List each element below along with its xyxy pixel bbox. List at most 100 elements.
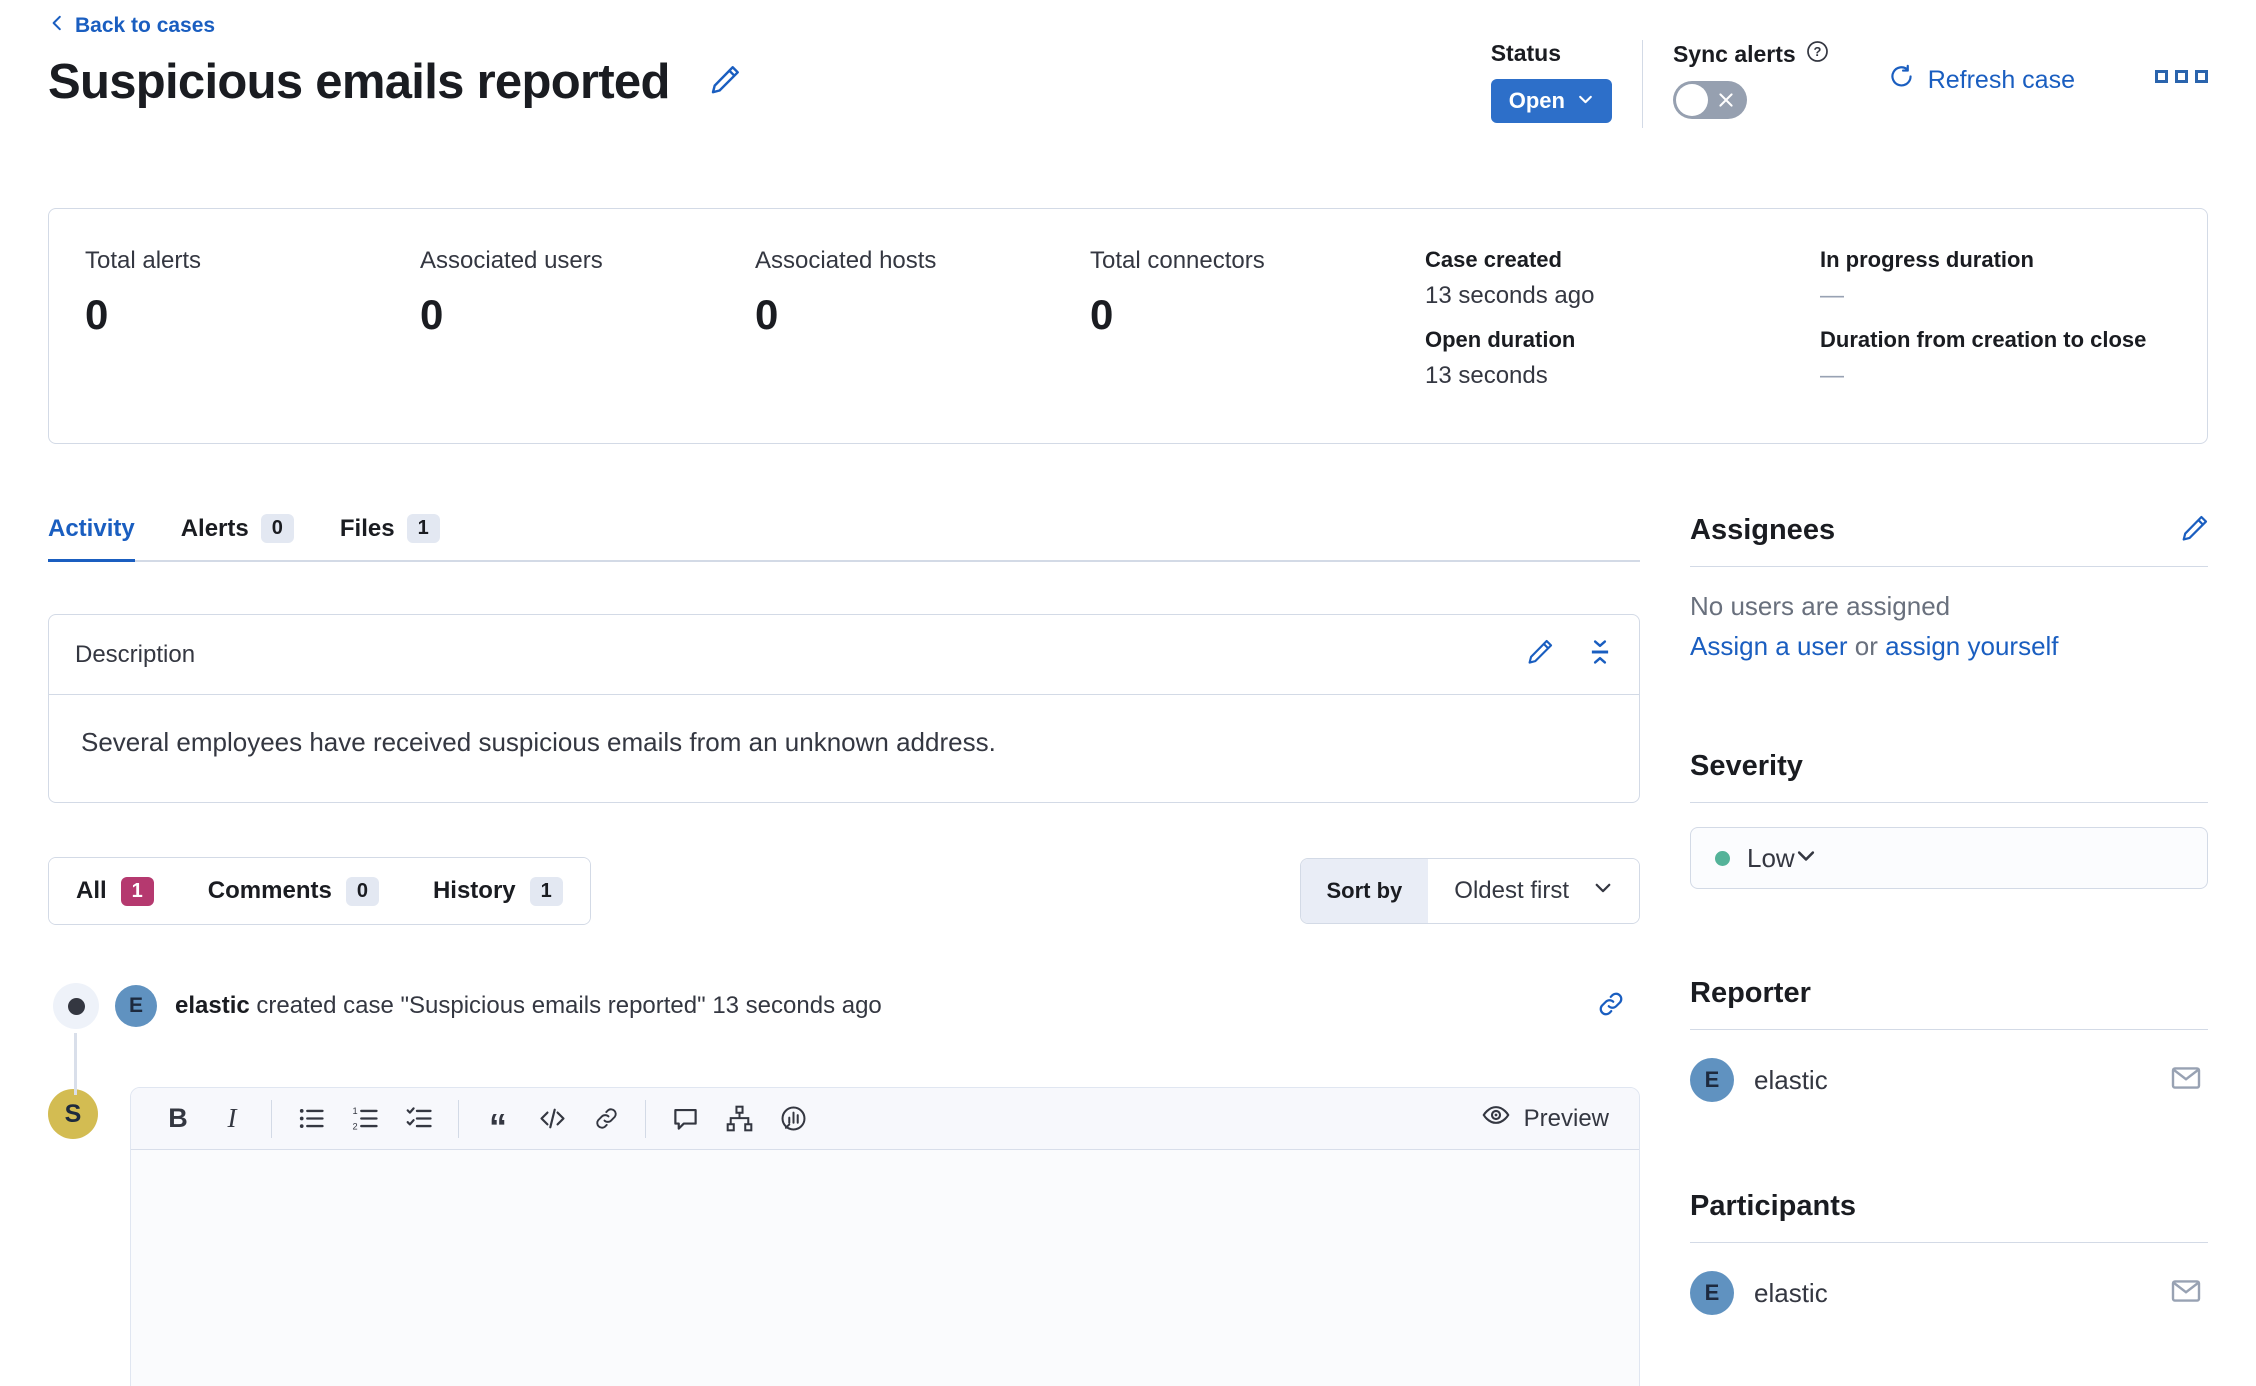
history-count-badge: 1 bbox=[530, 877, 563, 906]
bold-icon[interactable]: B bbox=[151, 1097, 205, 1141]
editor-toolbar: B I 12 bbox=[131, 1088, 1639, 1150]
all-count-badge: 1 bbox=[121, 877, 154, 906]
assign-a-user-link[interactable]: Assign a user bbox=[1690, 631, 1848, 661]
ordered-list-icon[interactable]: 12 bbox=[338, 1097, 392, 1141]
quote-icon[interactable]: “ bbox=[471, 1097, 525, 1141]
filter-history[interactable]: History 1 bbox=[406, 858, 590, 924]
case-dates-column: Case created 13 seconds ago Open duratio… bbox=[1425, 247, 1820, 443]
metric-associated-hosts: Associated hosts 0 bbox=[755, 247, 1090, 443]
severity-title: Severity bbox=[1690, 750, 1803, 783]
visualization-icon[interactable] bbox=[766, 1097, 820, 1141]
task-list-icon[interactable] bbox=[392, 1097, 446, 1141]
description-title: Description bbox=[75, 641, 195, 669]
toggle-off-x-icon bbox=[1716, 90, 1736, 115]
header: Back to cases Suspicious emails reported… bbox=[48, 14, 2208, 128]
comments-count-badge: 0 bbox=[346, 877, 379, 906]
reporter-username: elastic bbox=[1754, 1065, 1828, 1096]
event-text: elastic created case "Suspicious emails … bbox=[175, 992, 882, 1020]
status-label: Status bbox=[1491, 40, 1612, 67]
sync-alerts-block: Sync alerts ? bbox=[1673, 40, 1829, 119]
permalink-icon[interactable] bbox=[1596, 989, 1626, 1024]
refresh-label: Refresh case bbox=[1928, 66, 2075, 95]
sort-control: Sort by Oldest first bbox=[1300, 858, 1641, 924]
status-block: Status Open bbox=[1491, 40, 1612, 123]
actions-menu-icon[interactable] bbox=[2155, 70, 2208, 83]
description-panel: Description Several employees have recei… bbox=[48, 614, 1640, 803]
case-detail-page: Back to cases Suspicious emails reported… bbox=[0, 0, 2256, 1386]
severity-value: Low bbox=[1747, 843, 1795, 874]
collapse-description-icon[interactable] bbox=[1587, 639, 1613, 670]
reporter-user-row: E elastic bbox=[1690, 1058, 2208, 1102]
add-comment-row: S B I 12 bbox=[48, 1087, 1640, 1386]
tab-activity[interactable]: Activity bbox=[48, 514, 135, 560]
email-icon[interactable] bbox=[2170, 1062, 2202, 1099]
code-icon[interactable] bbox=[525, 1097, 579, 1141]
severity-select[interactable]: Low bbox=[1690, 827, 2208, 889]
case-status-button[interactable]: Open bbox=[1491, 79, 1612, 123]
unordered-list-icon[interactable] bbox=[284, 1097, 338, 1141]
avatar: S bbox=[48, 1089, 98, 1139]
refresh-icon bbox=[1889, 64, 1914, 96]
event-username: elastic bbox=[175, 992, 250, 1019]
filter-all[interactable]: All 1 bbox=[49, 858, 181, 924]
sync-alerts-toggle[interactable] bbox=[1673, 81, 1747, 119]
avatar: E bbox=[115, 985, 157, 1027]
edit-assignees-pencil-icon[interactable] bbox=[2181, 515, 2208, 547]
back-to-cases-link[interactable]: Back to cases bbox=[48, 14, 215, 38]
participant-username: elastic bbox=[1754, 1278, 1828, 1309]
metric-associated-users: Associated users 0 bbox=[420, 247, 755, 443]
reporter-title: Reporter bbox=[1690, 977, 1811, 1010]
sort-by-label: Sort by bbox=[1301, 859, 1429, 923]
toggle-knob bbox=[1676, 84, 1708, 116]
assignees-title: Assignees bbox=[1690, 514, 1835, 547]
description-text: Several employees have received suspicio… bbox=[49, 695, 1639, 802]
help-question-icon[interactable]: ? bbox=[1806, 40, 1829, 69]
sync-alerts-label: Sync alerts bbox=[1673, 41, 1796, 68]
timeline-dot bbox=[53, 983, 99, 1029]
case-created-event: E elastic created case "Suspicious email… bbox=[48, 983, 1640, 1029]
preview-button[interactable]: Preview bbox=[1482, 1101, 1619, 1136]
svg-text:2: 2 bbox=[352, 1121, 357, 1131]
activity-filter-group: All 1 Comments 0 History 1 bbox=[48, 857, 591, 925]
participant-user-row: E elastic bbox=[1690, 1271, 2208, 1315]
chevron-left-icon bbox=[48, 14, 66, 38]
metric-total-connectors: Total connectors 0 bbox=[1090, 247, 1425, 443]
avatar: E bbox=[1690, 1058, 1734, 1102]
email-icon[interactable] bbox=[2170, 1275, 2202, 1312]
avatar: E bbox=[1690, 1271, 1734, 1315]
comment-bubble-icon[interactable] bbox=[658, 1097, 712, 1141]
case-stats-panel: Total alerts 0 Associated users 0 Associ… bbox=[48, 208, 2208, 444]
case-sidebar: Assignees No users are assigned Assign a… bbox=[1690, 514, 2208, 1386]
svg-text:1: 1 bbox=[352, 1106, 357, 1116]
filter-comments[interactable]: Comments 0 bbox=[181, 858, 406, 924]
no-assignees-text: No users are assigned bbox=[1690, 591, 2208, 622]
assign-yourself-link[interactable]: assign yourself bbox=[1885, 631, 2058, 661]
italic-icon[interactable]: I bbox=[205, 1097, 259, 1141]
markdown-editor: B I 12 bbox=[130, 1087, 1640, 1386]
activity-timeline: E elastic created case "Suspicious email… bbox=[48, 983, 1640, 1386]
link-icon[interactable] bbox=[579, 1097, 633, 1141]
back-link-label: Back to cases bbox=[75, 14, 215, 38]
edit-title-pencil-icon[interactable] bbox=[710, 65, 740, 100]
eye-icon bbox=[1482, 1101, 1510, 1136]
chevron-down-icon bbox=[1593, 877, 1613, 905]
case-durations-column: In progress duration — Duration from cre… bbox=[1820, 247, 2171, 443]
editor-body bbox=[131, 1150, 1639, 1386]
process-tree-icon[interactable] bbox=[712, 1097, 766, 1141]
timeline-connector bbox=[74, 1033, 77, 1095]
chevron-down-icon bbox=[1577, 88, 1594, 114]
metric-total-alerts: Total alerts 0 bbox=[85, 247, 420, 443]
case-tabs: Activity Alerts 0 Files 1 bbox=[48, 514, 1640, 562]
tab-alerts[interactable]: Alerts 0 bbox=[181, 514, 294, 560]
header-divider bbox=[1642, 40, 1643, 128]
refresh-case-button[interactable]: Refresh case bbox=[1889, 64, 2075, 96]
status-value: Open bbox=[1509, 88, 1565, 114]
page-title: Suspicious emails reported bbox=[48, 54, 670, 110]
edit-description-pencil-icon[interactable] bbox=[1527, 639, 1553, 670]
tab-files[interactable]: Files 1 bbox=[340, 514, 440, 560]
assignees-section: Assignees No users are assigned Assign a… bbox=[1690, 514, 2208, 662]
sort-order-select[interactable]: Oldest first bbox=[1428, 859, 1639, 923]
severity-low-dot bbox=[1715, 851, 1730, 866]
comment-input[interactable] bbox=[131, 1150, 1639, 1386]
participants-title: Participants bbox=[1690, 1190, 1856, 1223]
